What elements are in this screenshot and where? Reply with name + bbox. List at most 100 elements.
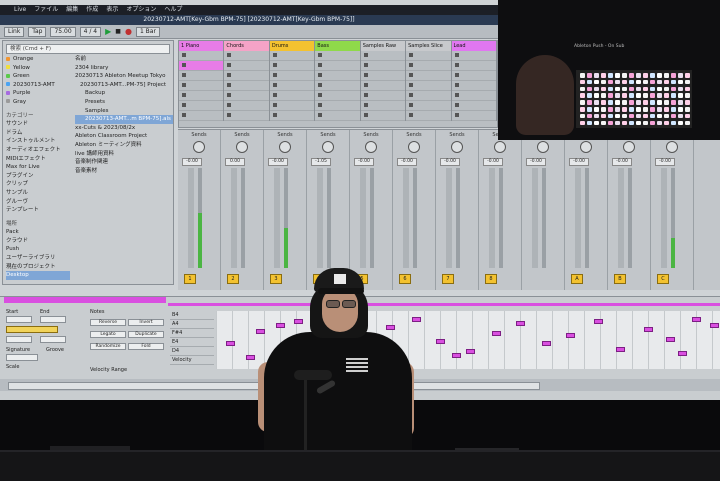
volume-fader[interactable] <box>575 168 581 268</box>
file-item[interactable]: Samples <box>75 107 173 116</box>
pad-button[interactable] <box>657 93 662 98</box>
pad-button[interactable] <box>629 120 634 126</box>
volume-fader[interactable] <box>446 168 452 268</box>
pad-button[interactable] <box>601 100 606 105</box>
clip-slot[interactable] <box>451 101 496 111</box>
clip-slot[interactable] <box>179 61 224 71</box>
track-header[interactable]: Samples Raw <box>360 41 407 51</box>
midi-note[interactable] <box>678 351 687 356</box>
pad-button[interactable] <box>664 107 669 112</box>
pad-button[interactable] <box>629 79 634 85</box>
pad-button[interactable] <box>664 113 669 119</box>
volume-readout[interactable]: -0.00 <box>655 158 675 166</box>
pad-button[interactable] <box>657 79 662 85</box>
clip-slot[interactable] <box>451 71 496 81</box>
pad-button[interactable] <box>622 113 627 119</box>
pad-button[interactable] <box>678 107 683 112</box>
track-activator-button[interactable]: 8 <box>485 274 497 284</box>
pad-button[interactable] <box>643 113 648 119</box>
clip-slot[interactable] <box>360 101 406 111</box>
pad-button[interactable] <box>608 86 613 92</box>
clip-slot[interactable] <box>360 51 406 61</box>
send-knob-icon[interactable] <box>494 141 506 153</box>
stop-icon[interactable]: ■ <box>115 28 121 35</box>
volume-fader[interactable] <box>618 168 624 268</box>
menu-view[interactable]: 表示 <box>106 5 118 15</box>
category-item[interactable]: ドラム <box>6 129 70 138</box>
pad-button[interactable] <box>685 73 690 78</box>
track-activator-button[interactable]: A <box>571 274 583 284</box>
pad-button[interactable] <box>622 100 627 105</box>
pad-button[interactable] <box>650 113 655 119</box>
color-tag-item[interactable]: Gray <box>6 98 70 107</box>
category-item[interactable]: MIDIエフェクト <box>6 155 70 164</box>
send-knob-icon[interactable] <box>451 141 463 153</box>
pad-button[interactable] <box>664 73 669 78</box>
pad-button[interactable] <box>629 86 634 92</box>
pad-button[interactable] <box>678 93 683 98</box>
pad-button[interactable] <box>622 79 627 85</box>
pad-button[interactable] <box>685 86 690 92</box>
pad-button[interactable] <box>685 93 690 98</box>
pad-button[interactable] <box>615 73 620 78</box>
pad-button[interactable] <box>608 100 613 105</box>
pad-button[interactable] <box>580 86 585 92</box>
pad-button[interactable] <box>643 120 648 126</box>
pad-button[interactable] <box>629 93 634 98</box>
clip-slot[interactable] <box>315 101 360 111</box>
volume-readout[interactable]: -0.00 <box>612 158 632 166</box>
clip-slot[interactable] <box>179 51 224 61</box>
volume-readout[interactable]: -0.00 <box>569 158 589 166</box>
pad-button[interactable] <box>657 113 662 119</box>
pad-button[interactable] <box>657 100 662 105</box>
clip-slot[interactable] <box>179 111 224 121</box>
file-item[interactable]: Presets <box>75 98 173 107</box>
pad-button[interactable] <box>601 79 606 85</box>
file-item[interactable]: Backup <box>75 89 173 98</box>
category-item[interactable]: サンプル <box>6 189 70 198</box>
signature-field[interactable] <box>6 354 38 361</box>
file-item[interactable]: 2304 library <box>75 64 173 73</box>
pad-button[interactable] <box>608 73 613 78</box>
clip-slot[interactable] <box>360 81 406 91</box>
pad-button[interactable] <box>587 93 592 98</box>
clip-slot[interactable] <box>224 81 269 91</box>
pad-button[interactable] <box>580 93 585 98</box>
clip-slot[interactable] <box>269 111 315 121</box>
clip-slot[interactable] <box>179 101 224 111</box>
start-field[interactable] <box>6 316 32 323</box>
menu-live[interactable]: Live <box>14 5 26 15</box>
clip-slot[interactable] <box>269 81 315 91</box>
track-activator-button[interactable]: 7 <box>442 274 454 284</box>
pad-button[interactable] <box>643 100 648 105</box>
clip-slot[interactable] <box>451 61 496 71</box>
clip-slot[interactable] <box>179 91 224 101</box>
play-icon[interactable]: ▶ <box>105 27 111 36</box>
clip-slot[interactable] <box>315 71 360 81</box>
clip-slot[interactable] <box>406 91 451 101</box>
pad-button[interactable] <box>594 120 599 126</box>
volume-readout[interactable]: -0.00 <box>268 158 288 166</box>
clip-slot[interactable] <box>224 51 269 61</box>
volume-fader[interactable] <box>489 168 495 268</box>
clip-slot[interactable] <box>315 51 360 61</box>
category-item[interactable]: プラグイン <box>6 172 70 181</box>
clip-slot[interactable] <box>360 71 406 81</box>
file-item[interactable]: live 講師用資料 <box>75 150 173 159</box>
clip-slot[interactable] <box>224 101 269 111</box>
midi-note[interactable] <box>452 353 461 358</box>
pad-button[interactable] <box>650 120 655 126</box>
pad-button[interactable] <box>622 120 627 126</box>
pad-button[interactable] <box>678 79 683 85</box>
pad-button[interactable] <box>622 73 627 78</box>
pad-button[interactable] <box>671 79 676 85</box>
menu-options[interactable]: オプション <box>126 5 156 15</box>
color-tag-item[interactable]: Purple <box>6 89 70 98</box>
volume-fader[interactable] <box>188 168 194 268</box>
clip-slot[interactable] <box>269 51 315 61</box>
color-tag-item[interactable]: Yellow <box>6 64 70 73</box>
clip-slot[interactable] <box>315 111 360 121</box>
volume-readout[interactable]: 0.00 <box>225 158 245 166</box>
midi-note[interactable] <box>644 327 653 332</box>
pad-button[interactable] <box>657 86 662 92</box>
